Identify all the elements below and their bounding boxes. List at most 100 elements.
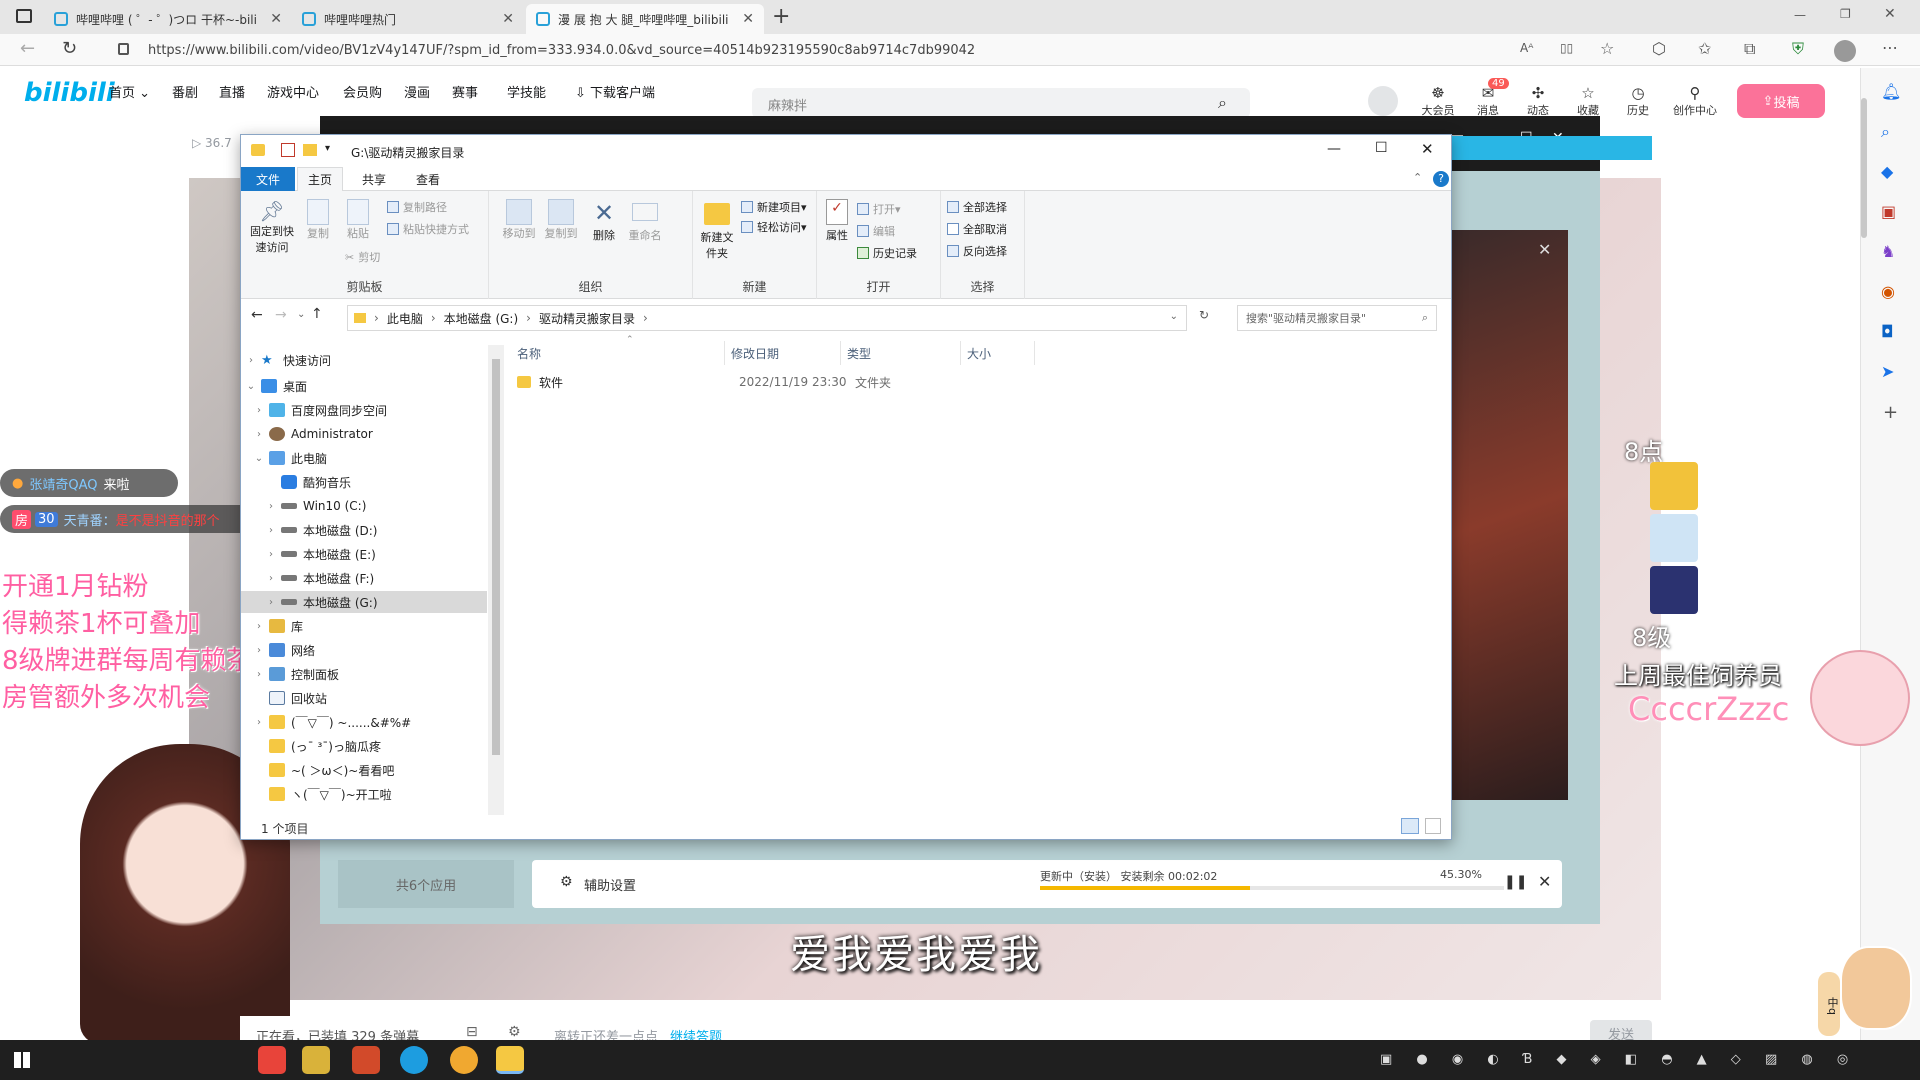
tree-recycle-bin[interactable]: 回收站 <box>253 687 327 709</box>
nav-download[interactable]: ⇩ 下载客户端 <box>575 82 655 101</box>
close-icon[interactable]: ✕ <box>502 11 514 27</box>
scrollbar[interactable] <box>1861 98 1867 238</box>
copy-path-button[interactable]: 复制路径 <box>387 199 447 215</box>
invert-selection-button[interactable]: 反向选择 <box>947 243 1007 259</box>
favorites-icon[interactable]: ✩ <box>1698 39 1711 58</box>
refresh-icon[interactable]: ↻ <box>1199 308 1209 322</box>
refresh-icon[interactable]: ↻ <box>62 38 77 59</box>
history-button[interactable]: 历史记录 <box>857 245 917 261</box>
tree-folder[interactable]: ヽ(￣▽￣)~开工啦 <box>253 783 392 805</box>
restore-icon[interactable]: ❐ <box>1840 7 1851 21</box>
edge-app-icon[interactable] <box>400 1046 428 1074</box>
tree-drive-g[interactable]: › 本地磁盘 (G:) <box>241 591 487 613</box>
pause-icon[interactable]: ❚❚ <box>1504 874 1527 890</box>
close-icon[interactable]: ✕ <box>1421 140 1434 158</box>
column-date[interactable]: 修改日期 <box>725 341 841 365</box>
outlook-icon[interactable]: ◘ <box>1881 322 1894 341</box>
nav-scrollbar[interactable] <box>488 345 504 815</box>
easy-access-button[interactable]: 轻松访问 ▾ <box>741 219 807 235</box>
tree-quick-access[interactable]: › ★ 快速访问 <box>245 349 331 371</box>
large-icons-view-icon[interactable] <box>1425 818 1441 834</box>
upload-button[interactable]: ⇪ 投稿 <box>1737 84 1825 118</box>
profile-avatar[interactable] <box>1834 40 1856 62</box>
nav-manga[interactable]: 漫画 <box>404 82 430 101</box>
message-button[interactable]: ✉ 消息 <box>1468 84 1508 118</box>
collections-icon[interactable]: ⧉ <box>1744 39 1755 59</box>
close-icon[interactable]: ✕ <box>1538 240 1551 259</box>
nav-esports[interactable]: 赛事 <box>452 82 478 101</box>
breadcrumb-item[interactable]: 本地磁盘 (G:) <box>444 310 519 327</box>
recent-dropdown-icon[interactable]: ⌄ <box>297 309 305 320</box>
briefcase-icon[interactable]: ▣ <box>1881 202 1896 221</box>
details-view-icon[interactable] <box>1401 818 1419 834</box>
creator-button[interactable]: ⚲ 创作中心 <box>1668 84 1722 118</box>
copy-to-button[interactable]: 复制到 <box>541 199 581 241</box>
close-icon[interactable]: ✕ <box>1538 872 1551 891</box>
paste-button[interactable]: 粘贴 <box>343 199 373 241</box>
games-icon[interactable]: ♞ <box>1881 242 1895 261</box>
path-dropdown-icon[interactable]: ⌄ <box>1170 311 1178 322</box>
user-avatar[interactable] <box>1368 86 1398 116</box>
rename-button[interactable]: 重命名 <box>625 199 665 243</box>
read-aloud-icon[interactable]: Aᴬ <box>1520 41 1533 55</box>
paint-app-icon[interactable] <box>352 1046 380 1074</box>
add-icon[interactable]: + <box>1883 402 1898 423</box>
column-type[interactable]: 类型 <box>841 341 961 365</box>
delete-button[interactable]: ✕ 删除 <box>587 199 621 243</box>
new-folder-quick-icon[interactable] <box>303 144 317 156</box>
pin-quick-access-button[interactable]: 📌︎ 固定到快速访问 <box>245 199 299 255</box>
vip-button[interactable]: ☸ 大会员 <box>1418 84 1458 118</box>
back-icon[interactable]: ← <box>251 307 263 323</box>
assist-settings-link[interactable]: 辅助设置 <box>584 875 636 894</box>
help-icon[interactable]: ? <box>1433 171 1449 187</box>
nav-live[interactable]: 直播 <box>219 82 245 101</box>
extensions-icon[interactable]: ⬡ <box>1652 39 1666 58</box>
close-icon[interactable]: ✕ <box>270 11 282 27</box>
select-all-button[interactable]: 全部选择 <box>947 199 1007 215</box>
chrome-app-icon[interactable] <box>450 1046 478 1074</box>
office-icon[interactable]: ◉ <box>1881 282 1895 301</box>
tree-network[interactable]: › 网络 <box>253 639 315 661</box>
favorites-button[interactable]: ☆ 收藏 <box>1568 84 1608 118</box>
paste-shortcut-button[interactable]: 粘贴快捷方式 <box>387 221 469 237</box>
tree-kugou[interactable]: 酷狗音乐 <box>265 471 351 493</box>
file-row[interactable]: 软件 2022/11/19 23:30 文件夹 <box>511 371 1035 393</box>
nav-home[interactable]: 首页 ⌄ <box>109 82 150 101</box>
game-app-icon[interactable] <box>302 1046 330 1074</box>
tab-home[interactable]: 主页 <box>297 167 343 191</box>
explorer-search-input[interactable]: 搜索"驱动精灵搬家目录" ⌕ <box>1237 305 1437 331</box>
history-button[interactable]: ◷ 历史 <box>1618 84 1658 118</box>
explorer-app-icon[interactable] <box>496 1046 524 1074</box>
send-icon[interactable]: ➤ <box>1881 362 1894 381</box>
search-icon[interactable]: ⌕ <box>1881 122 1890 142</box>
favorite-icon[interactable]: ☆ <box>1600 39 1614 58</box>
search-icon[interactable]: ⌕ <box>1218 93 1227 113</box>
tree-folder[interactable]: ~( ＞ω＜)~看看吧 <box>253 759 394 781</box>
minimize-icon[interactable]: — <box>1794 8 1806 22</box>
back-icon[interactable]: ← <box>20 38 35 59</box>
breadcrumb-item[interactable]: 驱动精灵搬家目录 <box>539 310 635 327</box>
forward-icon[interactable]: → <box>275 307 287 323</box>
nav-shop[interactable]: 会员购 <box>343 82 382 101</box>
split-view-icon[interactable]: ▯▯ <box>1560 41 1573 55</box>
edit-button[interactable]: 编辑 <box>857 223 895 239</box>
tab-actions-icon[interactable] <box>16 9 32 23</box>
dynamic-button[interactable]: ✣ 动态 <box>1518 84 1558 118</box>
nav-learn[interactable]: 学技能 <box>507 82 546 101</box>
start-icon[interactable] <box>14 1052 30 1068</box>
tray-icons[interactable]: ▣ ● ◉ ◐ Ɓ ◆ ◈ ◧ ◓ ▲ ◇ ▨ ◍ ◎ <box>1380 1052 1858 1067</box>
danmaku-toggle-icon[interactable]: ⊟ <box>466 1024 478 1040</box>
bili-search-input[interactable]: 麻辣拌 ⌕ <box>752 88 1250 118</box>
new-tab-icon[interactable]: + <box>772 4 790 29</box>
column-name[interactable]: 名称 <box>511 341 725 365</box>
properties-button[interactable]: ✓ 属性 <box>823 199 851 243</box>
tree-library[interactable]: › 库 <box>253 615 303 637</box>
bilibili-logo[interactable]: bilibili <box>24 78 115 108</box>
tree-drive-f[interactable]: › 本地磁盘 (F:) <box>265 567 374 589</box>
danmaku-settings-icon[interactable]: ⚙ <box>508 1024 521 1040</box>
up-icon[interactable]: ↑ <box>311 306 323 322</box>
maximize-icon[interactable]: ☐ <box>1375 140 1388 156</box>
new-item-button[interactable]: 新建项目 ▾ <box>741 199 807 215</box>
collapse-ribbon-icon[interactable]: ⌃ <box>1413 171 1422 184</box>
nav-anime[interactable]: 番剧 <box>172 82 198 101</box>
